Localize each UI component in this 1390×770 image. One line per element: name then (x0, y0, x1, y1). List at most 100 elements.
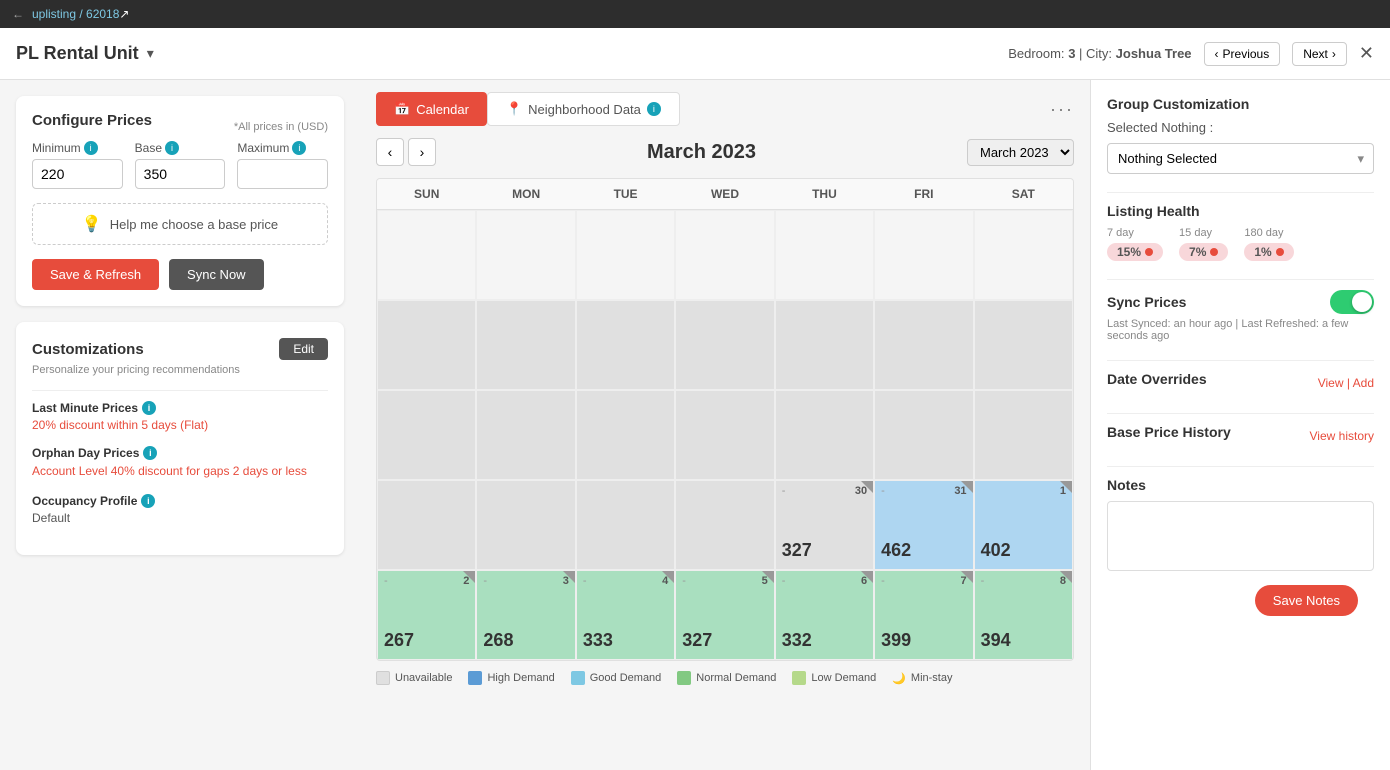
month-select[interactable]: March 2023 (967, 139, 1074, 166)
table-row[interactable] (576, 480, 675, 570)
minimum-info-icon[interactable]: i (84, 141, 98, 155)
calendar-body: -30327-314621402 -2267-3268-4333-5327-633… (377, 210, 1073, 660)
neighborhood-info-icon[interactable]: i (647, 102, 661, 116)
more-options-button[interactable]: ··· (1050, 99, 1074, 120)
cell-price: 399 (881, 630, 911, 651)
occupancy-info-icon[interactable]: i (141, 494, 155, 508)
back-arrow[interactable]: ← (12, 7, 24, 21)
table-row[interactable] (675, 480, 774, 570)
bulb-icon: 💡 (82, 214, 102, 234)
sync-now-button[interactable]: Sync Now (169, 259, 264, 290)
page-title: PL Rental Unit (16, 43, 139, 64)
base-input[interactable] (135, 159, 226, 189)
good-demand-dot (571, 671, 585, 685)
previous-button[interactable]: ‹ Previous (1204, 42, 1281, 66)
table-row[interactable]: -30327 (775, 480, 874, 570)
health-15day: 15 day 7% (1179, 227, 1228, 261)
health-15day-dot (1210, 248, 1218, 256)
calendar-header: ‹ › March 2023 March 2023 (376, 138, 1074, 166)
health-180day-badge: 1% (1244, 243, 1293, 261)
cell-dash: - (881, 575, 885, 587)
base-history-title: Base Price History (1107, 424, 1231, 440)
table-row[interactable] (874, 300, 973, 390)
notes-section: Notes (1107, 477, 1374, 574)
occupancy-title: Occupancy Profile i (32, 494, 328, 508)
minimum-field: Minimum i (32, 141, 123, 189)
cell-dash: - (682, 575, 686, 587)
table-row[interactable] (775, 390, 874, 480)
table-row[interactable]: -8394 (974, 570, 1073, 660)
maximum-input[interactable] (237, 159, 328, 189)
table-row[interactable] (576, 390, 675, 480)
prev-month-button[interactable]: ‹ (376, 138, 404, 166)
table-row[interactable]: -3268 (476, 570, 575, 660)
title-dropdown[interactable]: ▾ (147, 45, 154, 62)
base-history-row: Base Price History View history (1107, 424, 1374, 448)
save-notes-button[interactable]: Save Notes (1255, 585, 1358, 616)
table-row[interactable] (476, 300, 575, 390)
customizations-title: Customizations (32, 341, 144, 358)
table-row[interactable]: -7399 (874, 570, 973, 660)
table-row[interactable] (675, 390, 774, 480)
next-month-button[interactable]: › (408, 138, 436, 166)
orphan-day-info-icon[interactable]: i (143, 446, 157, 460)
table-row[interactable] (476, 390, 575, 480)
group-select[interactable]: Nothing Selected (1107, 143, 1374, 174)
notes-title: Notes (1107, 477, 1374, 493)
table-row[interactable]: -6332 (775, 570, 874, 660)
table-row[interactable] (377, 300, 476, 390)
table-row[interactable] (974, 300, 1073, 390)
day-fri: FRI (874, 179, 973, 209)
save-notes-wrapper: Save Notes (1107, 592, 1374, 632)
health-7day-badge: 15% (1107, 243, 1163, 261)
maximum-info-icon[interactable]: i (292, 141, 306, 155)
table-row (476, 210, 575, 300)
cell-price: 332 (782, 630, 812, 651)
date-overrides-section: Date Overrides View | Add (1107, 371, 1374, 395)
health-7day-dot (1145, 248, 1153, 256)
neighborhood-tab[interactable]: 📍 Neighborhood Data i (487, 92, 680, 126)
date-overrides-links[interactable]: View | Add (1318, 376, 1374, 390)
table-row[interactable] (974, 390, 1073, 480)
table-row[interactable] (377, 480, 476, 570)
table-row[interactable] (775, 300, 874, 390)
close-button[interactable]: ✕ (1359, 43, 1374, 64)
base-history-link[interactable]: View history (1310, 429, 1374, 443)
cell-dash: - (483, 575, 487, 587)
table-row[interactable]: -2267 (377, 570, 476, 660)
legend-normal-demand: Normal Demand (677, 671, 776, 685)
table-row[interactable] (476, 480, 575, 570)
health-180day-dot (1276, 248, 1284, 256)
calendar-tab[interactable]: 📅 Calendar (376, 92, 487, 126)
table-row[interactable] (675, 300, 774, 390)
next-button[interactable]: Next › (1292, 42, 1347, 66)
table-row[interactable] (576, 300, 675, 390)
edit-button[interactable]: Edit (279, 338, 328, 360)
table-row[interactable]: -5327 (675, 570, 774, 660)
override-row: Date Overrides View | Add (1107, 371, 1374, 395)
cell-price: 268 (483, 630, 513, 651)
last-minute-info-icon[interactable]: i (142, 401, 156, 415)
table-row[interactable]: -31462 (874, 480, 973, 570)
cell-price: 402 (981, 540, 1011, 561)
cell-triangle (762, 571, 774, 583)
uplisting-link[interactable]: uplisting / 62018 (32, 7, 119, 21)
sync-prices-section: Sync Prices Last Synced: an hour ago | L… (1107, 290, 1374, 342)
header-left: PL Rental Unit ▾ (16, 43, 154, 64)
table-row[interactable] (874, 390, 973, 480)
external-link-icon: ↗ (119, 7, 129, 21)
group-customization-section: Group Customization Selected Nothing : N… (1107, 96, 1374, 174)
table-row[interactable] (377, 390, 476, 480)
table-row[interactable]: -4333 (576, 570, 675, 660)
notes-textarea[interactable] (1107, 501, 1374, 571)
cell-triangle (662, 571, 674, 583)
day-wed: WED (675, 179, 774, 209)
save-refresh-button[interactable]: Save & Refresh (32, 259, 159, 290)
left-panel: Configure Prices *All prices in (USD) Mi… (0, 80, 360, 770)
help-base-price-button[interactable]: 💡 Help me choose a base price (32, 203, 328, 245)
sync-toggle[interactable] (1330, 290, 1374, 314)
cell-triangle (563, 571, 575, 583)
base-info-icon[interactable]: i (165, 141, 179, 155)
minimum-input[interactable] (32, 159, 123, 189)
table-row[interactable]: 1402 (974, 480, 1073, 570)
